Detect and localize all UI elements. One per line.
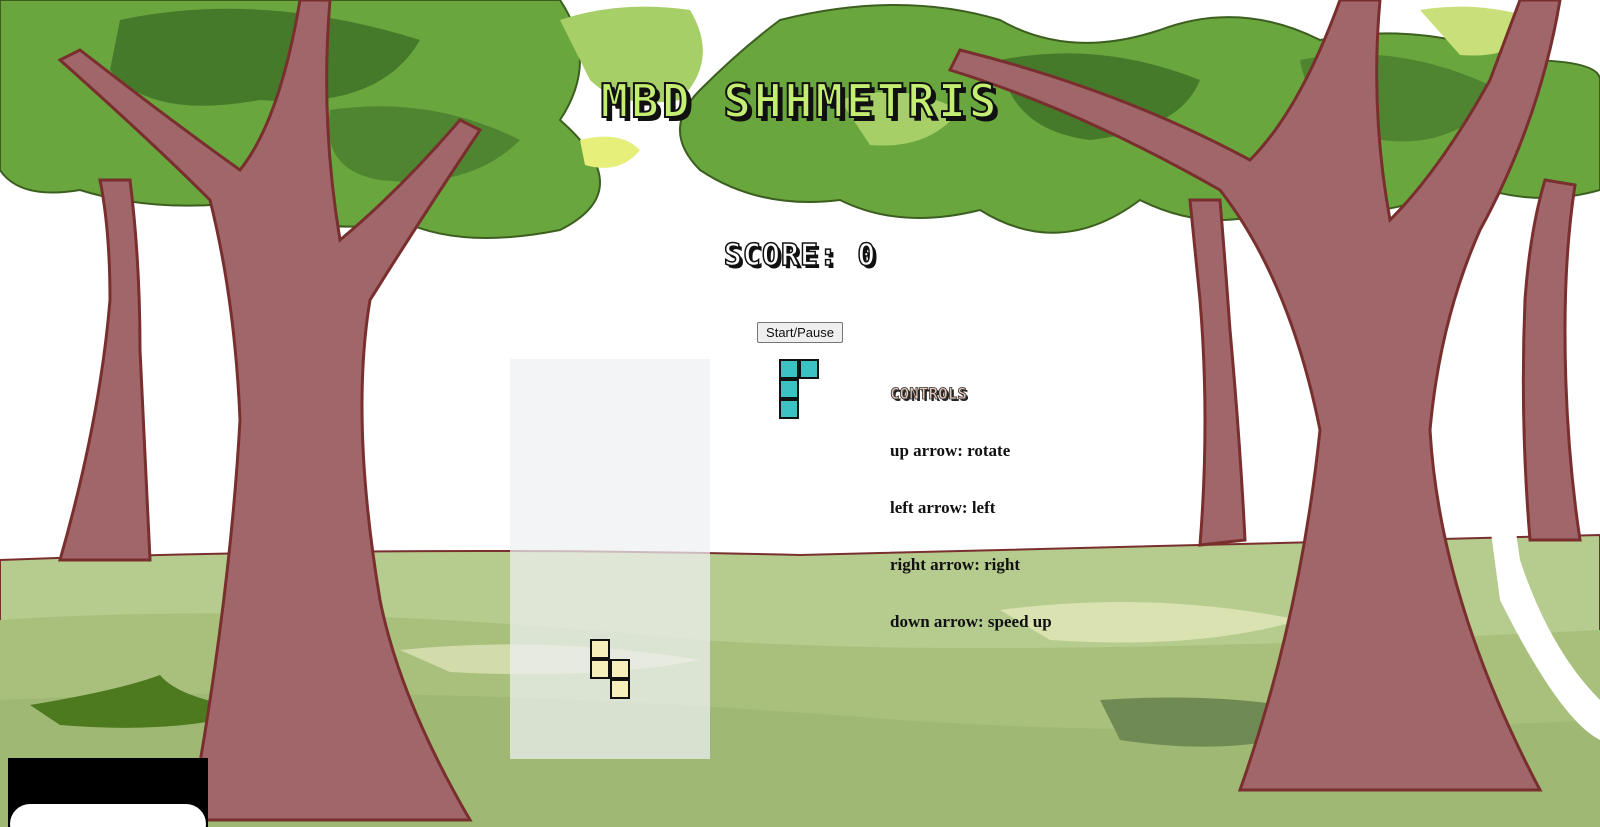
- active-piece-block: [590, 659, 610, 679]
- control-right: right arrow: right: [890, 555, 1020, 574]
- score-value: 0: [856, 237, 877, 274]
- next-piece-block: [799, 359, 819, 379]
- control-speed-up: down arrow: speed up: [890, 612, 1052, 631]
- active-piece-block: [610, 659, 630, 679]
- control-left: left arrow: left: [890, 498, 996, 517]
- active-piece-block: [610, 679, 630, 699]
- control-rotate: up arrow: rotate: [890, 441, 1011, 460]
- next-piece-preview: [779, 359, 821, 421]
- controls-heading: CONTROLS: [890, 384, 968, 404]
- game-title: MBD SHHMETRIS: [599, 73, 1000, 129]
- next-piece-block: [779, 379, 799, 399]
- start-pause-button[interactable]: Start/Pause: [757, 322, 843, 343]
- controls-panel: CONTROLS up arrow: rotate left arrow: le…: [890, 384, 1052, 669]
- score-display: SCORE: 0: [0, 237, 1600, 274]
- active-piece-block: [590, 639, 610, 659]
- bottom-left-pill: [10, 804, 206, 827]
- game-board[interactable]: [510, 359, 710, 759]
- score-label: SCORE:: [723, 237, 839, 274]
- next-piece-block: [779, 399, 799, 419]
- next-piece-block: [779, 359, 799, 379]
- bottom-left-panel: [8, 758, 208, 827]
